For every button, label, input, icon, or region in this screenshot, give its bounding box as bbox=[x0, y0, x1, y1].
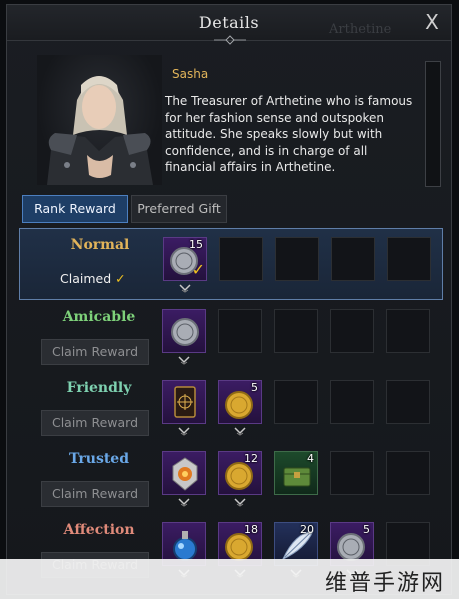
claimed-label: Claimed bbox=[60, 271, 112, 286]
watermark-banner: 维普手游网 bbox=[0, 559, 459, 599]
tier-label: Amicable bbox=[62, 309, 136, 325]
empty-slot bbox=[275, 237, 319, 281]
npc-portrait-icon bbox=[47, 76, 153, 185]
expand-chevron-icon[interactable] bbox=[163, 283, 207, 293]
reward-row-trusted: Trusted Claim Reward 12 4 bbox=[19, 443, 443, 515]
expand-chevron-icon[interactable] bbox=[162, 426, 206, 436]
tab-preferred-gift[interactable]: Preferred Gift bbox=[131, 195, 227, 223]
empty-slot bbox=[330, 309, 374, 353]
reward-slot[interactable] bbox=[162, 451, 206, 495]
empty-slot bbox=[386, 309, 430, 353]
reward-slot[interactable]: 5 bbox=[218, 380, 262, 424]
empty-slot bbox=[387, 237, 431, 281]
empty-slot bbox=[330, 451, 374, 495]
expand-chevron-icon[interactable] bbox=[218, 426, 262, 436]
card-icon bbox=[174, 386, 196, 418]
reward-row-amicable: Amicable Claim Reward bbox=[19, 301, 443, 373]
npc-description: The Treasurer of Arthetine who is famous… bbox=[165, 94, 413, 174]
empty-slot bbox=[274, 380, 318, 424]
reward-quantity: 5 bbox=[251, 381, 258, 394]
check-icon: ✓ bbox=[115, 271, 126, 286]
claim-reward-button[interactable]: Claim Reward bbox=[41, 410, 149, 436]
empty-slot bbox=[218, 309, 262, 353]
empty-slot bbox=[386, 380, 430, 424]
expand-chevron-icon[interactable] bbox=[162, 355, 206, 365]
reward-slot[interactable] bbox=[162, 309, 206, 353]
reward-row-normal: Normal Claimed ✓ 15 ✓ bbox=[19, 228, 443, 300]
reward-quantity: 4 bbox=[307, 452, 314, 465]
claim-reward-button[interactable]: Claim Reward bbox=[41, 481, 149, 507]
npc-portrait bbox=[37, 55, 162, 185]
empty-slot bbox=[274, 309, 318, 353]
details-window: Details Arthetine X Sasha The Treasurer … bbox=[6, 4, 452, 595]
claim-reward-button[interactable]: Claim Reward bbox=[41, 339, 149, 365]
title-bar: Details Arthetine X bbox=[7, 5, 451, 45]
tab-rank-reward[interactable]: Rank Reward bbox=[22, 195, 128, 223]
silver-coin-icon bbox=[171, 318, 199, 346]
expand-chevron-icon[interactable] bbox=[162, 497, 206, 507]
npc-name: Sasha bbox=[172, 67, 209, 81]
tier-label: Friendly bbox=[66, 380, 132, 396]
claimed-status: Claimed ✓ bbox=[60, 267, 150, 291]
reward-quantity: 5 bbox=[363, 523, 370, 536]
expand-chevron-icon[interactable] bbox=[218, 497, 262, 507]
empty-slot bbox=[219, 237, 263, 281]
reward-quantity: 18 bbox=[244, 523, 258, 536]
description-scrollbar[interactable] bbox=[425, 61, 441, 187]
watermark-text: 维普手游网 bbox=[324, 571, 445, 596]
reward-quantity: 12 bbox=[244, 452, 258, 465]
reward-quantity: 20 bbox=[300, 523, 314, 536]
title-ornament-icon bbox=[214, 35, 246, 45]
background-location-text: Arthetine bbox=[329, 22, 392, 37]
reward-slot[interactable]: 12 bbox=[218, 451, 262, 495]
empty-slot bbox=[331, 237, 375, 281]
reward-slot[interactable]: 4 bbox=[274, 451, 318, 495]
tier-label: Normal bbox=[70, 237, 130, 253]
reward-slot[interactable]: 15 ✓ bbox=[163, 237, 207, 281]
reward-quantity: 15 bbox=[189, 238, 203, 251]
empty-slot bbox=[386, 451, 430, 495]
reward-slot[interactable] bbox=[162, 380, 206, 424]
tier-label: Trusted bbox=[69, 451, 129, 467]
reward-row-friendly: Friendly Claim Reward 5 bbox=[19, 372, 443, 444]
tier-label: Affection bbox=[63, 522, 135, 538]
claimed-check-icon: ✓ bbox=[191, 260, 205, 279]
emblem-icon bbox=[172, 457, 198, 491]
empty-slot bbox=[330, 380, 374, 424]
close-button[interactable]: X bbox=[421, 11, 443, 33]
